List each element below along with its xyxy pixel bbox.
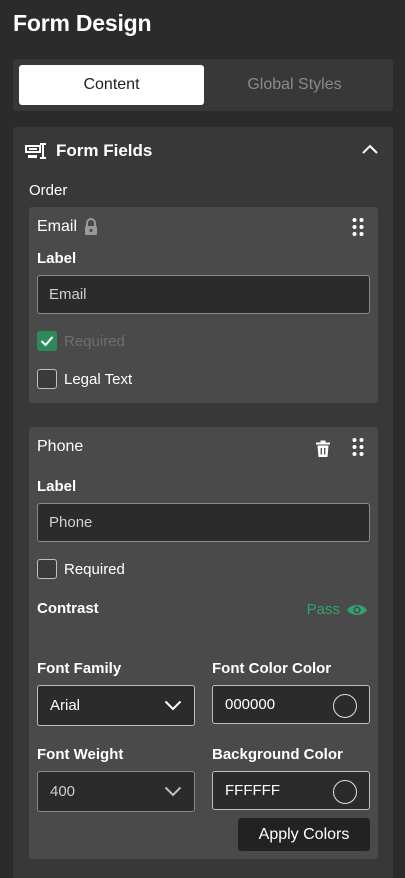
contrast-status-text: Pass bbox=[306, 601, 340, 618]
font-family-label: Font Family bbox=[37, 660, 122, 677]
tab-bar: Content Global Styles bbox=[13, 59, 393, 111]
font-color-label: Font Color Color bbox=[212, 660, 332, 677]
label-input-email[interactable]: Email bbox=[37, 275, 370, 314]
field-name: Email bbox=[37, 218, 78, 235]
form-fields-icon bbox=[25, 143, 46, 159]
field-name: Phone bbox=[37, 438, 84, 455]
panel-header[interactable]: Form Fields bbox=[25, 141, 152, 161]
legal-text-checkbox[interactable]: Legal Text bbox=[37, 369, 132, 389]
background-color-value: FFFFFF bbox=[225, 782, 280, 799]
font-color-input[interactable]: 000000 bbox=[212, 685, 370, 724]
font-weight-label: Font Weight bbox=[37, 746, 124, 763]
field-card-email: Email Label Email Required Legal Text bbox=[29, 207, 378, 403]
chevron-up-icon[interactable] bbox=[361, 143, 379, 155]
font-color-swatch[interactable] bbox=[333, 694, 357, 718]
card-title-phone: Phone bbox=[37, 438, 83, 456]
order-label: Order bbox=[29, 182, 68, 199]
background-color-swatch[interactable] bbox=[333, 780, 357, 804]
trash-icon[interactable] bbox=[315, 440, 331, 458]
required-checkbox-phone[interactable]: Required bbox=[37, 559, 125, 579]
checkbox-unchecked[interactable] bbox=[37, 369, 57, 389]
label-heading: Label bbox=[37, 250, 77, 267]
background-color-input[interactable]: FFFFFF bbox=[212, 771, 370, 810]
drag-handle-icon[interactable] bbox=[352, 437, 364, 457]
contrast-label: Contrast bbox=[37, 600, 99, 617]
drag-handle-icon[interactable] bbox=[352, 217, 364, 237]
required-checkbox-email[interactable]: Required bbox=[37, 331, 125, 351]
tab-content[interactable]: Content bbox=[19, 65, 204, 105]
field-card-phone: Phone Label Phone Required Contrast Pass bbox=[29, 427, 378, 859]
card-title-email: Email bbox=[37, 218, 99, 236]
legal-text-label: Legal Text bbox=[64, 370, 133, 388]
font-family-select[interactable]: Arial bbox=[37, 685, 195, 726]
lock-icon bbox=[85, 218, 98, 235]
checkbox-unchecked[interactable] bbox=[37, 559, 57, 579]
panel-title: Form Fields bbox=[56, 141, 153, 160]
contrast-status[interactable]: Pass bbox=[307, 601, 368, 618]
apply-colors-button[interactable]: Apply Colors bbox=[238, 818, 370, 851]
tab-global-styles[interactable]: Global Styles bbox=[202, 65, 387, 105]
chevron-down-icon bbox=[164, 786, 182, 797]
label-heading: Label bbox=[37, 478, 77, 495]
font-family-value: Arial bbox=[50, 697, 81, 714]
required-label: Required bbox=[64, 560, 125, 578]
font-weight-select[interactable]: 400 bbox=[37, 771, 195, 812]
required-label: Required bbox=[64, 332, 125, 350]
form-fields-panel: Form Fields Order Email Label Email Requ… bbox=[13, 127, 393, 878]
page-title: Form Design bbox=[13, 10, 152, 36]
eye-icon[interactable] bbox=[346, 603, 368, 617]
background-color-label: Background Color bbox=[212, 746, 343, 763]
chevron-down-icon bbox=[164, 700, 182, 711]
label-input-phone[interactable]: Phone bbox=[37, 503, 370, 542]
checkmark-icon bbox=[40, 336, 54, 347]
font-color-value: 000000 bbox=[225, 696, 276, 713]
checkbox-checked[interactable] bbox=[37, 331, 57, 351]
font-weight-value: 400 bbox=[50, 783, 76, 800]
